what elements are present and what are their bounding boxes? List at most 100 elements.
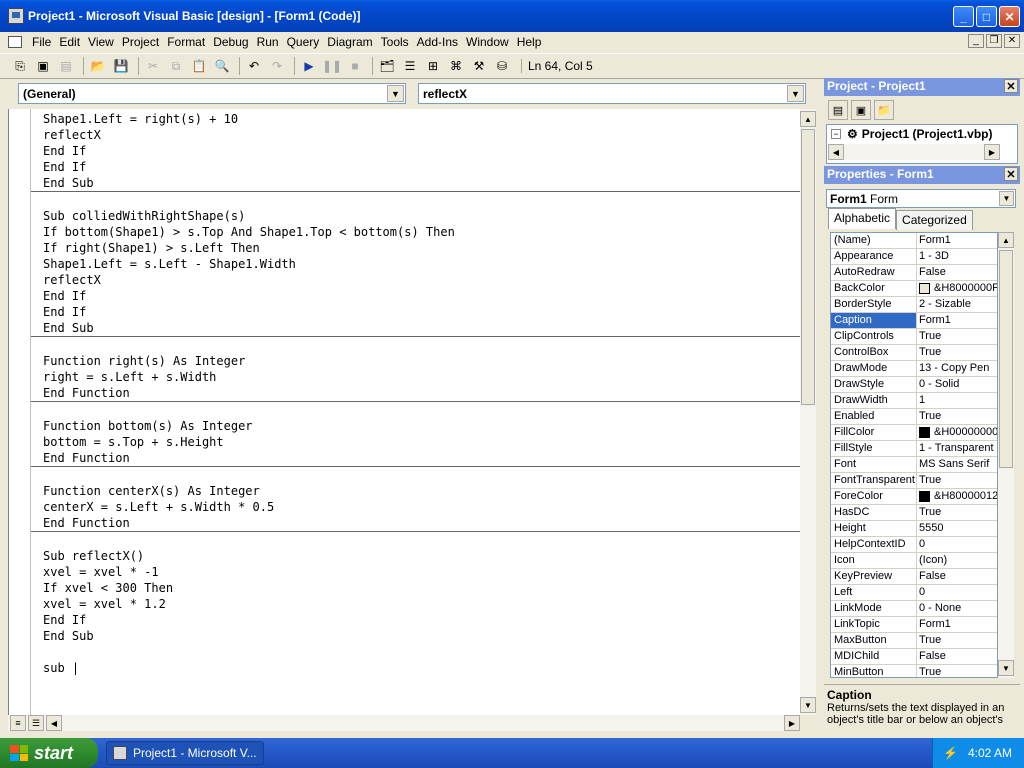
close-button[interactable]: ✕ [999, 6, 1020, 27]
find-icon[interactable]: 🔍 [212, 56, 232, 76]
property-row-maxbutton[interactable]: MaxButton True [831, 633, 997, 649]
property-value[interactable]: &H00000000 [917, 425, 997, 440]
property-value[interactable]: (Icon) [917, 553, 997, 568]
undo-icon[interactable]: ↶ [244, 56, 264, 76]
property-value[interactable]: True [917, 409, 997, 424]
redo-icon[interactable]: ↷ [267, 56, 287, 76]
menu-format[interactable]: Format [163, 35, 209, 49]
tab-categorized[interactable]: Categorized [896, 210, 973, 230]
mdi-minimize-button[interactable]: _ [968, 34, 984, 48]
network-icon[interactable]: ⚡ [943, 746, 958, 760]
property-row-fonttransparent[interactable]: FontTransparent True [831, 473, 997, 489]
scroll-up-icon[interactable]: ▲ [800, 111, 816, 127]
properties-window-icon[interactable]: ☰ [400, 56, 420, 76]
toolbox-icon[interactable]: ⚒ [469, 56, 489, 76]
properties-window-title[interactable]: Properties - Form1 ✕ [824, 166, 1020, 184]
menu-tools[interactable]: Tools [377, 35, 413, 49]
property-value[interactable]: True [917, 633, 997, 648]
property-row-drawstyle[interactable]: DrawStyle 0 - Solid [831, 377, 997, 393]
property-row-mdichild[interactable]: MDIChild False [831, 649, 997, 665]
add-form-icon[interactable]: ▣ [33, 56, 53, 76]
property-row-linkmode[interactable]: LinkMode 0 - None [831, 601, 997, 617]
start-button[interactable]: start [0, 738, 98, 768]
property-value[interactable]: Form1 [917, 313, 997, 328]
property-value[interactable]: 5550 [917, 521, 997, 536]
property-row-enabled[interactable]: Enabled True [831, 409, 997, 425]
property-value[interactable]: &H8000000F [917, 281, 997, 296]
view-code-icon[interactable]: ▤ [828, 100, 848, 120]
scroll-left-icon[interactable]: ◀ [46, 715, 62, 731]
minimize-button[interactable]: _ [953, 6, 974, 27]
menu-view[interactable]: View [84, 35, 118, 49]
code-window-icon[interactable] [8, 36, 22, 48]
properties-object-combo[interactable]: Form1 Form ▼ [826, 189, 1016, 208]
title-bar[interactable]: Project1 - Microsoft Visual Basic [desig… [0, 0, 1024, 32]
paste-icon[interactable]: 📋 [189, 56, 209, 76]
code-horizontal-scrollbar[interactable]: ≡ ☰ ◀ ▶ [8, 715, 800, 731]
open-icon[interactable]: 📂 [88, 56, 108, 76]
tree-item-project1[interactable]: − ⚙ Project1 (Project1.vbp) [831, 127, 992, 141]
menu-file[interactable]: File [28, 35, 55, 49]
property-value[interactable]: False [917, 569, 997, 584]
vb-app-icon[interactable] [8, 8, 24, 24]
maximize-button[interactable]: □ [976, 6, 997, 27]
toggle-folders-icon[interactable]: 📁 [874, 100, 894, 120]
scroll-down-icon[interactable]: ▼ [998, 660, 1014, 676]
clock[interactable]: 4:02 AM [968, 746, 1012, 760]
scroll-left-icon[interactable]: ◀ [828, 144, 844, 160]
property-row-linktopic[interactable]: LinkTopic Form1 [831, 617, 997, 633]
property-row-keypreview[interactable]: KeyPreview False [831, 569, 997, 585]
property-row-drawwidth[interactable]: DrawWidth 1 [831, 393, 997, 409]
margin-indicator-bar[interactable] [9, 109, 31, 715]
property-value[interactable]: Form1 [917, 233, 997, 248]
menu-project[interactable]: Project [118, 35, 163, 49]
property-row-name[interactable]: (Name) Form1 [831, 233, 997, 249]
chevron-down-icon[interactable]: ▼ [999, 191, 1014, 206]
stop-icon[interactable]: ■ [345, 56, 365, 76]
project-horizontal-scrollbar[interactable]: ◀ ▶ [828, 144, 1000, 160]
property-value[interactable]: 0 [917, 585, 997, 600]
property-row-borderstyle[interactable]: BorderStyle 2 - Sizable [831, 297, 997, 313]
property-row-font[interactable]: Font MS Sans Serif [831, 457, 997, 473]
property-value[interactable]: 0 - None [917, 601, 997, 616]
property-value[interactable]: MS Sans Serif [917, 457, 997, 472]
object-browser-icon[interactable]: ⌘ [446, 56, 466, 76]
property-value[interactable]: 1 - Transparent [917, 441, 997, 456]
menu-query[interactable]: Query [283, 35, 324, 49]
scroll-down-icon[interactable]: ▼ [800, 697, 816, 713]
property-row-appearance[interactable]: Appearance 1 - 3D [831, 249, 997, 265]
save-icon[interactable]: 💾 [111, 56, 131, 76]
menu-help[interactable]: Help [513, 35, 546, 49]
property-value[interactable]: 13 - Copy Pen [917, 361, 997, 376]
property-value[interactable]: True [917, 505, 997, 520]
menu-editor-icon[interactable]: ▤ [56, 56, 76, 76]
property-row-helpcontextid[interactable]: HelpContextID 0 [831, 537, 997, 553]
property-value[interactable]: 1 [917, 393, 997, 408]
code-vertical-scrollbar[interactable]: ▲ ▼ [800, 109, 816, 715]
procedure-combo[interactable]: reflectX ▼ [418, 83, 806, 104]
close-icon[interactable]: ✕ [1004, 79, 1018, 93]
full-module-view-icon[interactable]: ☰ [28, 715, 44, 731]
view-object-icon[interactable]: ▣ [851, 100, 871, 120]
property-value[interactable]: 1 - 3D [917, 249, 997, 264]
copy-icon[interactable]: ⧉ [166, 56, 186, 76]
property-row-icon[interactable]: Icon (Icon) [831, 553, 997, 569]
scroll-up-icon[interactable]: ▲ [998, 232, 1014, 248]
scroll-thumb[interactable] [801, 129, 815, 405]
property-value[interactable]: True [917, 329, 997, 344]
property-row-drawmode[interactable]: DrawMode 13 - Copy Pen [831, 361, 997, 377]
property-value[interactable]: True [917, 665, 997, 677]
property-row-backcolor[interactable]: BackColor &H8000000F [831, 281, 997, 297]
menu-diagram[interactable]: Diagram [323, 35, 376, 49]
menu-add-ins[interactable]: Add-Ins [413, 35, 462, 49]
property-row-caption[interactable]: Caption Form1 [831, 313, 997, 329]
menu-edit[interactable]: Edit [55, 35, 84, 49]
property-row-forecolor[interactable]: ForeColor &H80000012 [831, 489, 997, 505]
code-editor[interactable]: Shape1.Left = right(s) + 10 reflectX End I… [8, 109, 800, 715]
property-row-fillcolor[interactable]: FillColor &H00000000 [831, 425, 997, 441]
property-value[interactable]: 2 - Sizable [917, 297, 997, 312]
cut-icon[interactable]: ✂ [143, 56, 163, 76]
property-value[interactable]: 0 [917, 537, 997, 552]
property-row-autoredraw[interactable]: AutoRedraw False [831, 265, 997, 281]
property-value[interactable]: False [917, 265, 997, 280]
